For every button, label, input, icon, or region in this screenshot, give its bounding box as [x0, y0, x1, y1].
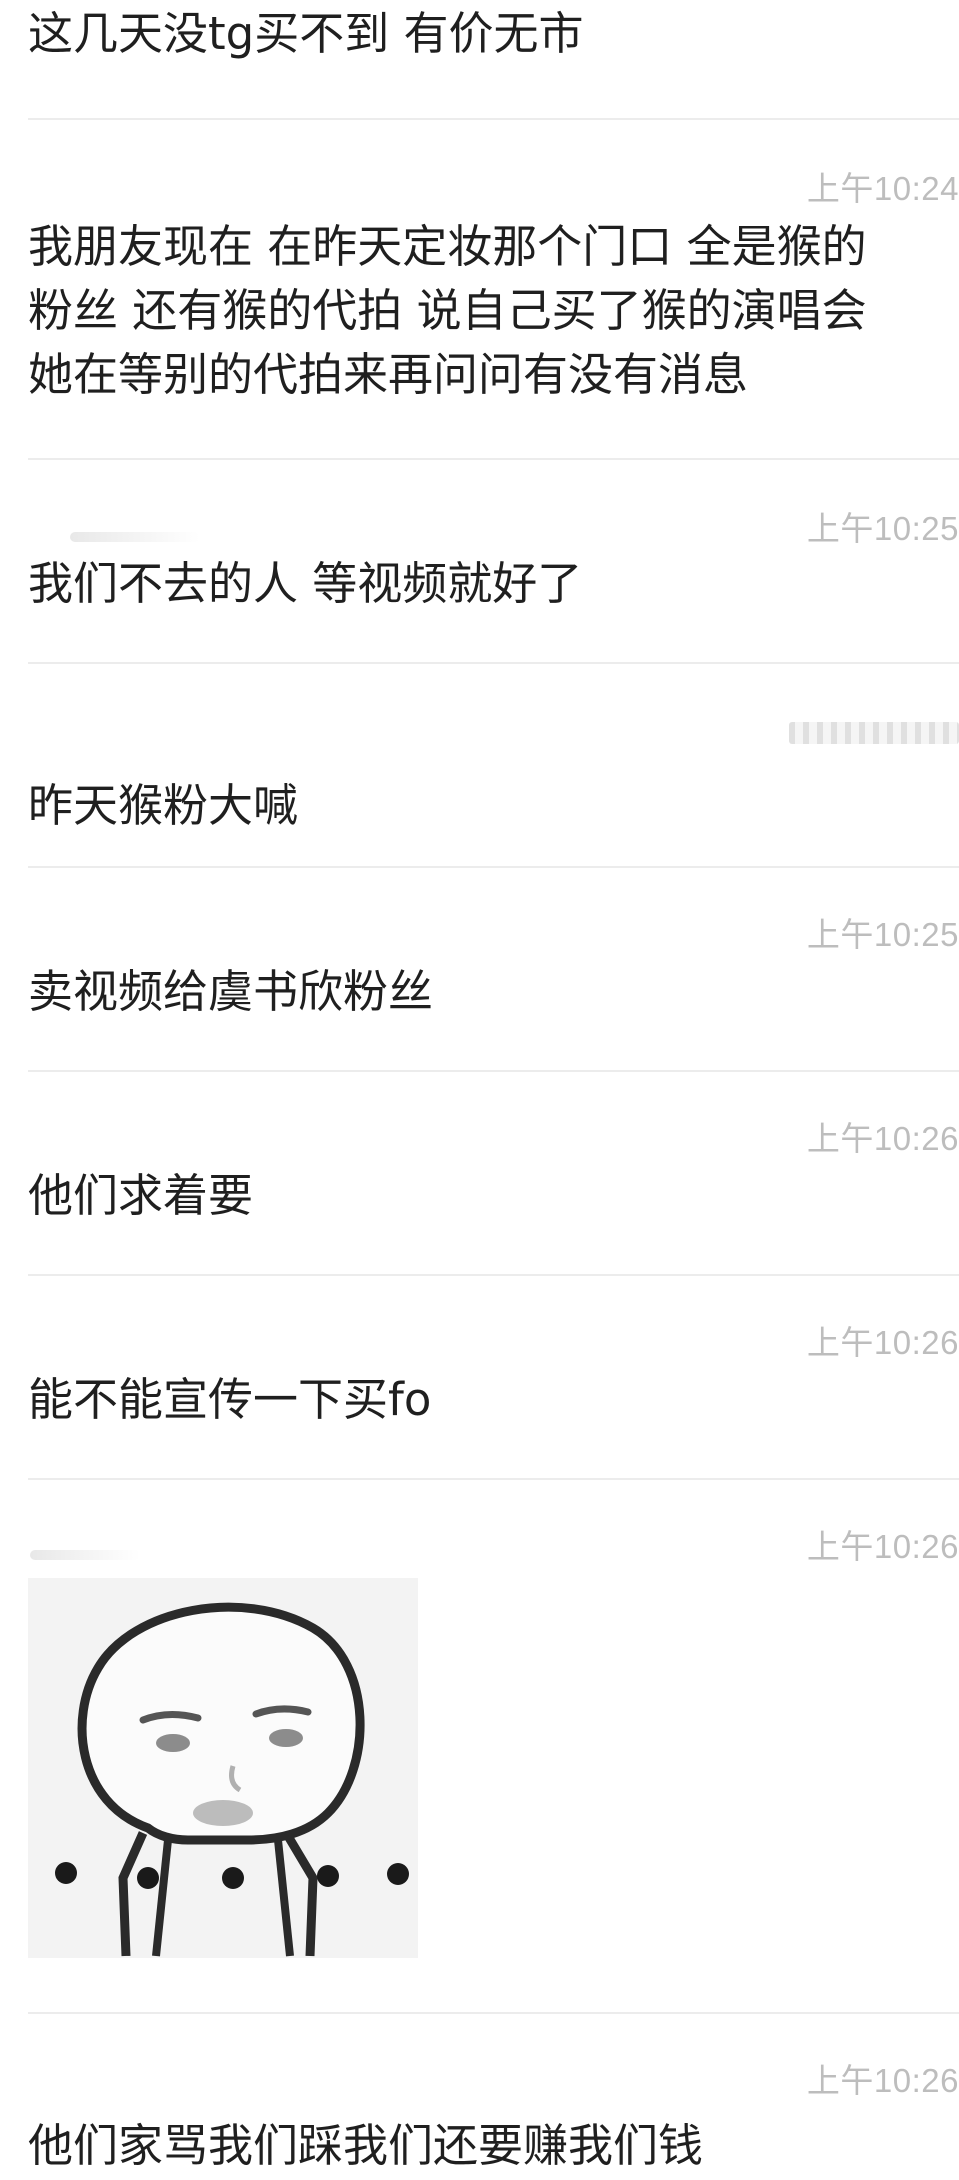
message-divider — [28, 1478, 959, 1480]
message-text: 昨天猴粉大喊 — [28, 779, 299, 832]
sticker-image[interactable] — [28, 1578, 418, 1958]
message-timestamp: 上午10:25 — [806, 916, 959, 953]
message-timestamp: 上午10:24 — [806, 170, 959, 207]
message-text: 我朋友现在 在昨天定妆那个门口 全是猴的 粉丝 还有猴的代拍 说自己买了猴的演唱… — [28, 220, 867, 401]
message-timestamp: 上午10:26 — [806, 1324, 959, 1361]
message-timestamp: 上午10:26 — [806, 2062, 959, 2099]
message-timestamp: 上午10:25 — [806, 510, 959, 547]
message-divider — [28, 1274, 959, 1276]
message-text: 他们家骂我们踩我们还要赚我们钱 — [28, 2119, 704, 2172]
chat-message-list: 这几天没tg买不到 有价无市 上午10:24 我朋友现在 在昨天定妆那个门口 全… — [0, 0, 959, 2180]
sender-name — [70, 532, 200, 542]
message-divider — [28, 458, 959, 460]
message-text: 能不能宣传一下买fo — [28, 1373, 432, 1426]
sender-name — [30, 1550, 140, 1560]
message-divider — [28, 118, 959, 120]
message-text: 他们求着要 — [28, 1169, 254, 1222]
message-text: 这几天没tg买不到 有价无市 — [28, 7, 584, 60]
cartoon-face-sticker-icon — [28, 1578, 418, 1958]
message-text: 我们不去的人 等视频就好了 — [28, 557, 583, 610]
message-divider — [28, 2012, 959, 2014]
message-timestamp: 上午10:26 — [806, 1120, 959, 1157]
message-divider — [28, 866, 959, 868]
message-divider — [28, 662, 959, 664]
message-text: 卖视频给虞书欣粉丝 — [28, 965, 434, 1018]
blurred-timestamp — [789, 722, 959, 744]
message-divider — [28, 1070, 959, 1072]
message-timestamp: 上午10:26 — [806, 1528, 959, 1565]
